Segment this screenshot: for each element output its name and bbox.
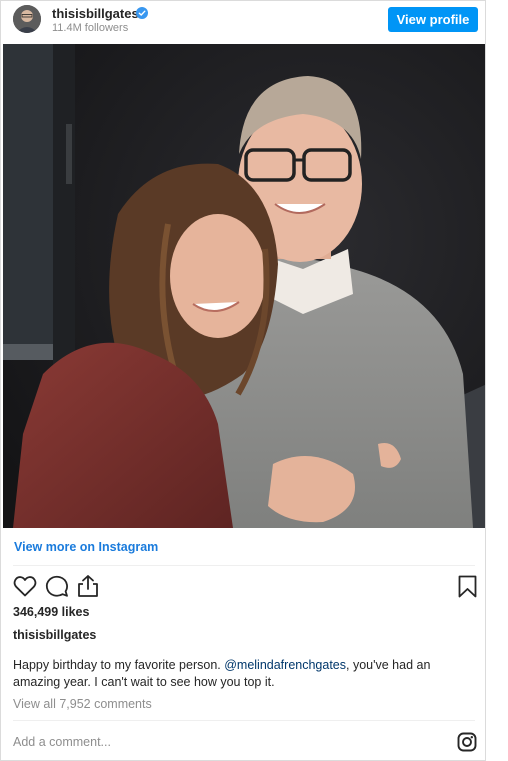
instagram-embed-card: thisisbillgates 11.4M followers View pro… xyxy=(0,0,486,761)
comment-bubble-icon[interactable] xyxy=(45,574,69,598)
view-all-comments-link[interactable]: View all 7,952 comments xyxy=(13,697,152,711)
post-header: thisisbillgates 11.4M followers View pro… xyxy=(1,1,485,41)
divider xyxy=(13,565,475,566)
follower-count: 11.4M followers xyxy=(52,22,129,34)
caption-author[interactable]: thisisbillgates xyxy=(13,628,96,642)
share-icon[interactable] xyxy=(77,574,99,598)
caption-text: Happy birthday to my favorite person. @m… xyxy=(13,657,463,691)
view-more-on-instagram-link[interactable]: View more on Instagram xyxy=(14,540,158,554)
username[interactable]: thisisbillgates xyxy=(52,6,139,21)
verified-badge-icon xyxy=(136,7,148,19)
bookmark-icon[interactable] xyxy=(458,575,477,598)
divider xyxy=(13,720,475,721)
like-count: 346,499 likes xyxy=(13,605,90,619)
caption-text-start: Happy birthday to my favorite person. xyxy=(13,658,225,672)
add-comment-input[interactable]: Add a comment... xyxy=(13,735,111,749)
avatar[interactable] xyxy=(13,5,41,33)
post-photo[interactable] xyxy=(3,44,485,528)
heart-icon[interactable] xyxy=(13,575,37,597)
instagram-logo-icon[interactable] xyxy=(457,732,477,752)
mention-link[interactable]: @melindafrenchgates xyxy=(224,658,346,672)
view-profile-button[interactable]: View profile xyxy=(388,7,478,32)
